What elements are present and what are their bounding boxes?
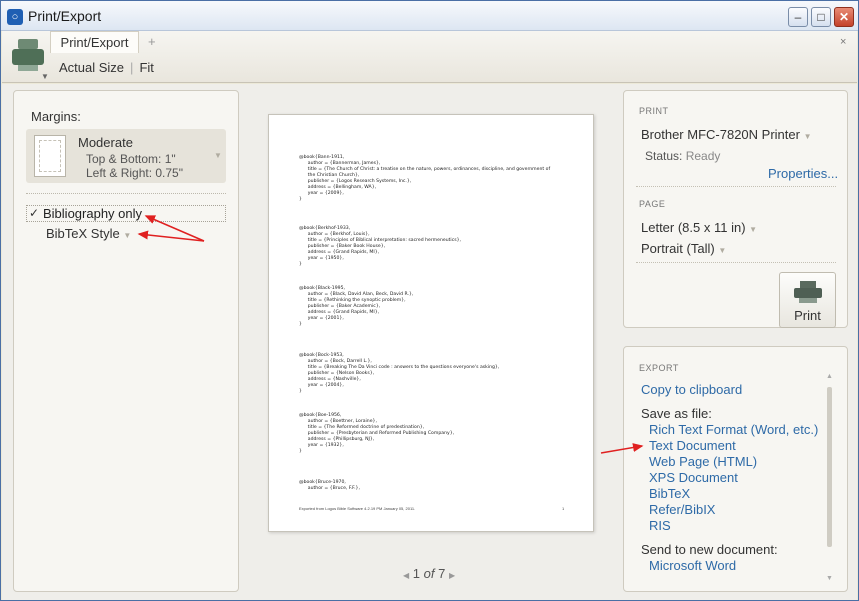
page-heading: PAGE	[639, 199, 666, 209]
layout-options-panel: Margins: Moderate Top & Bottom: 1" Left …	[13, 90, 239, 592]
minimize-button[interactable]: –	[788, 7, 808, 27]
page-preview: @book{Bann-1911, author = {Bannerman, Ja…	[268, 114, 594, 532]
view-options: Actual Size | Fit	[59, 60, 154, 75]
export-rtf-link[interactable]: Rich Text Format (Word, etc.)	[649, 422, 818, 437]
print-heading: PRINT	[639, 106, 669, 116]
status-label: Status:	[645, 149, 683, 163]
close-button[interactable]: ✕	[834, 7, 854, 27]
title-bar: ○ Print/Export – □ ✕	[1, 1, 858, 31]
export-bibtex-link[interactable]: BibTeX	[649, 486, 690, 501]
chevron-down-icon: ▼	[123, 231, 132, 240]
orientation-dropdown[interactable]: Portrait (Tall) ▼	[641, 241, 726, 256]
print-button-label: Print	[794, 308, 821, 323]
scroll-up-icon[interactable]: ▲	[826, 373, 833, 380]
chevron-down-icon: ▼	[214, 151, 222, 160]
export-panel: EXPORT Copy to clipboard Save as file: R…	[623, 346, 848, 592]
copy-to-clipboard-link[interactable]: Copy to clipboard	[641, 382, 742, 397]
divider	[26, 193, 226, 194]
export-xps-link[interactable]: XPS Document	[649, 470, 738, 485]
page-number: 1	[562, 506, 565, 511]
scrollbar-thumb[interactable]	[827, 387, 832, 547]
page-navigator: ◀ 1 of 7 ▶	[403, 566, 455, 581]
toolbar: ▼ Print/Export + × Actual Size | Fit	[2, 31, 857, 83]
status-value: Ready	[685, 149, 721, 163]
total-pages: 7	[438, 566, 446, 581]
chevron-down-icon: ▼	[803, 132, 812, 141]
add-tab-button[interactable]: +	[148, 34, 156, 49]
bibtex-style-dropdown[interactable]: BibTeX Style ▼	[46, 226, 131, 241]
page-margins-icon	[34, 135, 66, 177]
export-refer-link[interactable]: Refer/BibIX	[649, 502, 715, 517]
chevron-down-icon: ▼	[749, 225, 758, 234]
bib-entry: @book{Bann-1911, author = {Bannerman, Ja…	[299, 155, 551, 202]
bib-entry: @book{Black-1995, author = {Black, David…	[299, 286, 414, 327]
bib-entry: @book{Boe-1956, author = {Boettner, Lora…	[299, 413, 455, 454]
bibliography-only-checkbox[interactable]: ✓ Bibliography only	[26, 205, 226, 222]
window-title: Print/Export	[28, 8, 102, 24]
divider	[636, 186, 836, 187]
divider	[636, 262, 836, 263]
paper-size-label: Letter (8.5 x 11 in)	[641, 220, 746, 235]
scroll-down-icon[interactable]: ▼	[826, 575, 833, 582]
export-scrollbar[interactable]: ▲ ▼	[826, 373, 833, 583]
print-panel: PRINT Brother MFC-7820N Printer ▼ Status…	[623, 90, 848, 328]
send-to-word-link[interactable]: Microsoft Word	[649, 558, 736, 573]
chevron-down-icon: ▼	[718, 246, 727, 255]
bibliography-only-label: Bibliography only	[43, 206, 143, 221]
next-page-icon[interactable]: ▶	[449, 571, 455, 580]
save-as-file-label: Save as file:	[641, 406, 712, 421]
print-button[interactable]: Print	[779, 272, 836, 328]
print-export-window: ○ Print/Export – □ ✕ ▼ Print/Export + × …	[0, 0, 859, 601]
checkmark-icon: ✓	[29, 206, 40, 220]
orientation-label: Portrait (Tall)	[641, 241, 715, 256]
margin-top-bottom: Top & Bottom: 1"	[86, 152, 176, 166]
export-text-link[interactable]: Text Document	[649, 438, 736, 453]
properties-link[interactable]: Properties...	[768, 166, 838, 181]
bib-entry: @book{Berkhof-1933, author = {Berkhof, L…	[299, 226, 461, 267]
maximize-button[interactable]: □	[811, 7, 831, 27]
bibtex-style-label: BibTeX Style	[46, 226, 120, 241]
fit-button[interactable]: Fit	[139, 60, 153, 75]
pager-of: of	[423, 566, 435, 581]
previous-page-icon[interactable]: ◀	[403, 571, 409, 580]
page-footer: Exported from Logos Bible Software 4.2.1…	[299, 506, 416, 511]
margin-left-right: Left & Right: 0.75"	[86, 166, 183, 180]
chevron-down-icon: ▼	[41, 72, 49, 81]
current-page: 1	[412, 566, 421, 581]
send-to-document-label: Send to new document:	[641, 542, 778, 557]
export-heading: EXPORT	[639, 363, 679, 373]
bib-entry: @book{Bock-1953, author = {Bock, Darrell…	[299, 353, 500, 394]
printer-icon	[800, 281, 816, 288]
printer-icon[interactable]: ▼	[10, 37, 49, 81]
content-area: Margins: Moderate Top & Bottom: 1" Left …	[2, 84, 857, 600]
printer-name: Brother MFC-7820N Printer	[641, 127, 800, 142]
paper-size-dropdown[interactable]: Letter (8.5 x 11 in) ▼	[641, 220, 757, 235]
margins-label: Margins:	[31, 109, 81, 124]
logos-app-icon: ○	[7, 9, 23, 25]
bib-entry: @book{Bruce-1970, author = {Bruce, F.F.}…	[299, 480, 360, 491]
export-html-link[interactable]: Web Page (HTML)	[649, 454, 757, 469]
margins-selector[interactable]: Moderate Top & Bottom: 1" Left & Right: …	[26, 129, 226, 183]
margin-preset-name: Moderate	[78, 135, 133, 150]
tab-print-export[interactable]: Print/Export	[50, 31, 139, 53]
printer-dropdown[interactable]: Brother MFC-7820N Printer ▼	[641, 127, 812, 142]
actual-size-button[interactable]: Actual Size	[59, 60, 124, 75]
export-ris-link[interactable]: RIS	[649, 518, 671, 533]
close-tab-button[interactable]: ×	[840, 36, 846, 48]
printer-status: Status: Ready	[645, 149, 720, 163]
